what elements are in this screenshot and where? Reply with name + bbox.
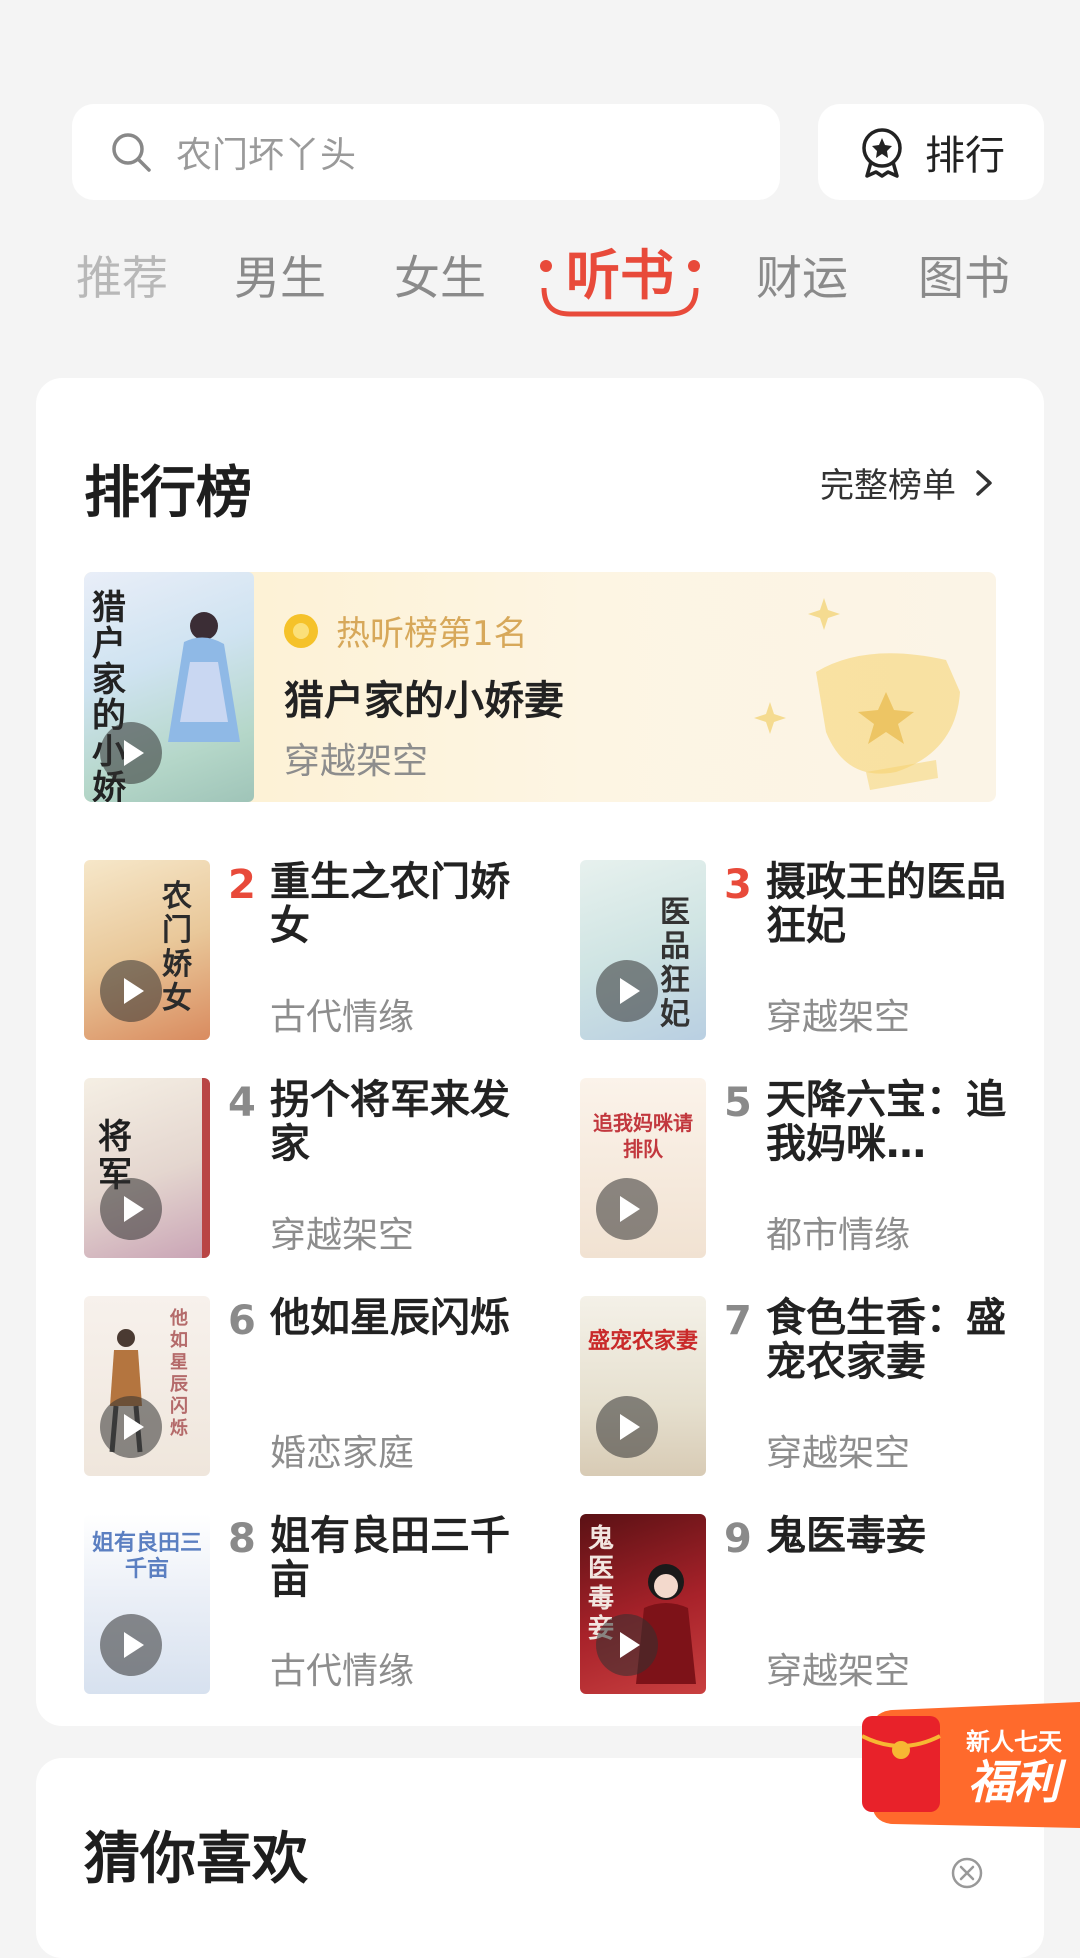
rank-number: 3 xyxy=(724,862,752,908)
cover-title-text: 姐有良田三千亩 xyxy=(92,1530,203,1582)
cover-title-text: 追我妈咪请排队 xyxy=(593,1111,693,1161)
tab-wealth[interactable]: 财运 xyxy=(756,242,848,308)
tab-recommend[interactable]: 推荐 xyxy=(76,242,168,308)
play-icon[interactable] xyxy=(596,1614,658,1676)
ranking-item[interactable]: 鬼医毒妾 9 鬼医毒妾 穿越架空 xyxy=(580,1514,1040,1694)
book-title: 拐个将军来发家 xyxy=(270,1077,510,1167)
play-icon[interactable] xyxy=(596,960,658,1022)
category-tabs: 推荐 男生 女生 听书 财运 图书 xyxy=(0,232,1080,322)
close-icon[interactable] xyxy=(950,1856,984,1890)
play-icon[interactable] xyxy=(100,1614,162,1676)
full-list-label: 完整榜单 xyxy=(820,466,956,506)
book-title: 姐有良田三千亩 xyxy=(270,1513,510,1603)
top1-badge-row: 热听榜第1名 xyxy=(284,606,528,655)
chevron-right-icon xyxy=(976,469,992,496)
tab-audiobook[interactable]: 听书 xyxy=(530,232,710,322)
book-cover: 追我妈咪请排队 xyxy=(580,1078,706,1258)
tab-books[interactable]: 图书 xyxy=(918,242,1010,308)
book-cover: 鬼医毒妾 xyxy=(580,1514,706,1694)
play-icon[interactable] xyxy=(100,960,162,1022)
top1-genre: 穿越架空 xyxy=(284,741,429,782)
book-title: 鬼医毒妾 xyxy=(766,1513,926,1559)
search-input[interactable]: 农门坏丫头 xyxy=(72,104,780,200)
audiobook-tab-label: 听书 xyxy=(566,246,674,306)
rank-number: 8 xyxy=(228,1516,256,1562)
play-icon[interactable] xyxy=(100,722,162,784)
play-icon[interactable] xyxy=(100,1396,162,1458)
ranking-item[interactable]: 追我妈咪请排队 5 天降六宝：追我妈咪… 都市情缘 xyxy=(580,1078,1040,1258)
book-title: 天降六宝：追我妈咪… xyxy=(766,1077,1006,1167)
book-cover: 医品狂妃 xyxy=(580,860,706,1040)
cover-title-text: 他如星辰闪烁 xyxy=(170,1308,188,1439)
cover-title-text: 农门娇女 xyxy=(162,879,192,1016)
book-genre: 古代情缘 xyxy=(270,1651,415,1692)
book-title: 摄政王的医品狂妃 xyxy=(766,859,1006,949)
welfare-badge[interactable]: 新人七天 福利 xyxy=(861,1700,1080,1830)
rank-number: 7 xyxy=(724,1298,752,1344)
welfare-graphic: 新人七天 福利 xyxy=(861,1702,1080,1828)
play-icon[interactable] xyxy=(100,1178,162,1240)
book-cover: 猎户家的小娇妻 xyxy=(84,572,254,802)
book-cover: 姐有良田三千亩 xyxy=(84,1514,210,1694)
book-genre: 穿越架空 xyxy=(270,1215,415,1256)
ranking-item[interactable]: 姐有良田三千亩 8 姐有良田三千亩 古代情缘 xyxy=(84,1514,544,1694)
ranking-item[interactable]: 将军 4 拐个将军来发家 穿越架空 xyxy=(84,1078,544,1258)
guess-title: 猜你喜欢 xyxy=(84,1827,308,1892)
book-genre: 古代情缘 xyxy=(270,997,415,1038)
book-genre: 穿越架空 xyxy=(766,1651,911,1692)
red-envelope-icon xyxy=(862,1716,940,1812)
tab-male[interactable]: 男生 xyxy=(234,242,326,308)
book-genre: 穿越架空 xyxy=(766,1433,911,1474)
book-genre: 婚恋家庭 xyxy=(270,1433,415,1474)
book-cover: 将军 xyxy=(84,1078,210,1258)
welfare-line1: 新人七天 xyxy=(966,1728,1062,1756)
medal-icon xyxy=(284,613,318,648)
award-icon xyxy=(862,128,902,178)
rank-number: 9 xyxy=(724,1516,752,1562)
top1-badge: 热听榜第1名 xyxy=(336,614,528,654)
rank-number: 4 xyxy=(228,1080,256,1126)
play-icon[interactable] xyxy=(596,1178,658,1240)
top1-title: 猎户家的小娇妻 xyxy=(284,678,564,724)
welfare-line2: 福利 xyxy=(968,1756,1067,1808)
book-cover: 农门娇女 xyxy=(84,860,210,1040)
full-list-link[interactable]: 完整榜单 xyxy=(820,458,998,507)
rank-button-label: 排行 xyxy=(925,133,1005,179)
tab-female[interactable]: 女生 xyxy=(394,242,486,308)
ranking-item[interactable]: 他如星辰闪烁 6 他如星辰闪烁 婚恋家庭 xyxy=(84,1296,544,1476)
book-title: 食色生香：盛宠农家妻 xyxy=(766,1295,1006,1385)
ranking-item[interactable]: 农门娇女 2 重生之农门娇女 古代情缘 xyxy=(84,860,544,1040)
rank-number: 6 xyxy=(228,1298,256,1344)
search-placeholder: 农门坏丫头 xyxy=(176,135,357,176)
rank-number: 2 xyxy=(228,862,256,908)
book-title: 他如星辰闪烁 xyxy=(270,1295,510,1341)
book-genre: 穿越架空 xyxy=(766,997,911,1038)
rank-number: 5 xyxy=(724,1080,752,1126)
audiobook-tab-logo: 听书 xyxy=(540,246,700,317)
cover-title-text: 医品狂妃 xyxy=(660,895,690,1032)
cover-figure xyxy=(168,612,240,742)
ranking-card: 排行榜 完整榜单 猎户家的小娇妻 热听榜第1名 猎户家的小娇妻 穿越架空 xyxy=(36,378,1044,1726)
cover-title-text: 盛宠农家妻 xyxy=(587,1328,698,1354)
rank-button[interactable]: 排行 xyxy=(818,104,1044,200)
top1-banner[interactable]: 猎户家的小娇妻 热听榜第1名 猎户家的小娇妻 穿越架空 xyxy=(84,572,996,802)
search-icon xyxy=(112,133,151,172)
book-title: 重生之农门娇女 xyxy=(270,859,510,949)
ranking-item[interactable]: 医品狂妃 3 摄政王的医品狂妃 穿越架空 xyxy=(580,860,1040,1040)
trophy-icon xyxy=(754,598,960,790)
play-icon[interactable] xyxy=(596,1396,658,1458)
book-cover: 盛宠农家妻 xyxy=(580,1296,706,1476)
ranking-item[interactable]: 盛宠农家妻 7 食色生香：盛宠农家妻 穿越架空 xyxy=(580,1296,1040,1476)
book-genre: 都市情缘 xyxy=(766,1215,911,1256)
ranking-title: 排行榜 xyxy=(84,461,252,526)
book-cover: 他如星辰闪烁 xyxy=(84,1296,210,1476)
